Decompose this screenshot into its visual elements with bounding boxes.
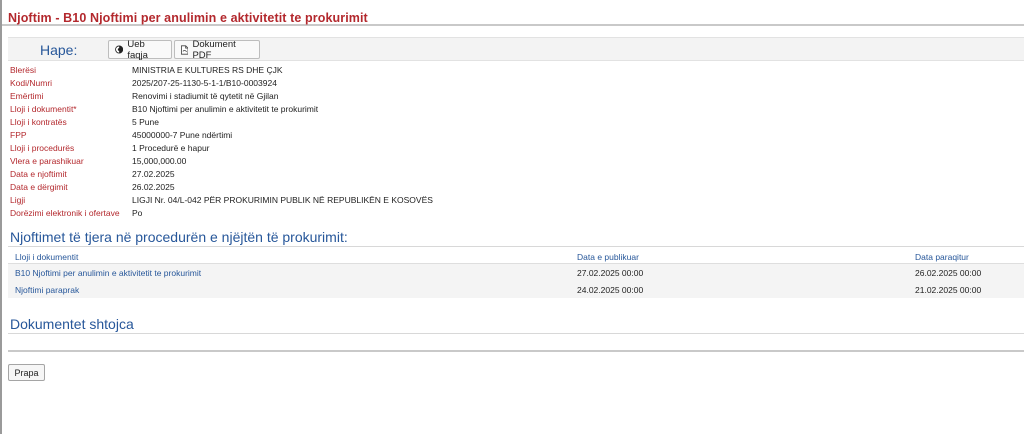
detail-row-buyer: Blerësi MINISTRIA E KULTURES RS DHE ÇJK xyxy=(10,65,610,78)
notice-link[interactable]: Njoftimi paraprak xyxy=(15,285,79,295)
web-page-button-label: Ueb faqja xyxy=(127,38,148,61)
detail-value: 1 Procedurë e hapur xyxy=(132,143,210,153)
detail-row-contract-type: Lloji i kontratës 5 Pune xyxy=(10,117,610,130)
divider xyxy=(8,350,1024,352)
detail-row-electronic-submission: Dorëzimi elektronik i ofertave Po xyxy=(10,208,610,221)
detail-key: Lloji i procedurës xyxy=(10,143,75,153)
detail-key: Kodi/Numri xyxy=(10,78,53,88)
detail-row-law: Ligji LIGJI Nr. 04/L-042 PËR PROKURIMIN … xyxy=(10,195,610,208)
notice-link[interactable]: B10 Njoftimi per anulimin e aktivitetit … xyxy=(15,268,201,278)
detail-key: Lloji i kontratës xyxy=(10,117,67,127)
back-button[interactable]: Prapa xyxy=(8,364,45,381)
table-row: Njoftimi paraprak 24.02.2025 00:00 21.02… xyxy=(8,281,1024,298)
detail-row-name: Emërtimi Renovimi i stadiumit të qytetit… xyxy=(10,91,610,104)
published-date: 27.02.2025 00:00 xyxy=(577,268,644,278)
web-icon xyxy=(115,45,124,54)
detail-row-estimated-value: Vlera e parashikuar 15,000,000.00 xyxy=(10,156,610,169)
detail-key: Data e dërgimit xyxy=(10,182,68,192)
detail-value: LIGJI Nr. 04/L-042 PËR PROKURIMIN PUBLIK… xyxy=(132,195,433,205)
detail-key: Blerësi xyxy=(10,65,36,75)
detail-row-sent-date: Data e dërgimit 26.02.2025 xyxy=(10,182,610,195)
column-header: Data paraqitur xyxy=(915,252,969,262)
page-title: Njoftim - B10 Njoftimi per anulimin e ak… xyxy=(8,11,368,25)
detail-value: Renovimi i stadiumit të qytetit në Gjila… xyxy=(132,91,279,101)
detail-value: MINISTRIA E KULTURES RS DHE ÇJK xyxy=(132,65,283,75)
detail-key: Emërtimi xyxy=(10,91,44,101)
detail-row-notice-date: Data e njoftimit 27.02.2025 xyxy=(10,169,610,182)
divider xyxy=(8,333,1024,334)
detail-value: 26.02.2025 xyxy=(132,182,175,192)
table-header: Lloji i dokumentit Data e publikuar Data… xyxy=(8,248,1024,264)
detail-value: 15,000,000.00 xyxy=(132,156,187,166)
column-header: Data e publikuar xyxy=(577,252,639,262)
web-page-button[interactable]: Ueb faqja xyxy=(108,38,172,61)
detail-key: Data e njoftimit xyxy=(10,169,67,179)
submitted-date: 21.02.2025 00:00 xyxy=(915,285,982,295)
open-actions-bar: Hape: Ueb faqja Dokument PDF xyxy=(8,37,1024,61)
detail-key: Dorëzimi elektronik i ofertave xyxy=(10,208,120,218)
detail-value: B10 Njoftimi per anulimin e aktivitetit … xyxy=(132,104,319,114)
detail-value: Po xyxy=(132,208,143,218)
detail-key: Lloji i dokumentit* xyxy=(10,104,77,114)
open-label: Hape: xyxy=(40,42,78,58)
pdf-document-button[interactable]: Dokument PDF xyxy=(174,38,260,61)
detail-row-document-type: Lloji i dokumentit* B10 Njoftimi per anu… xyxy=(10,104,610,117)
column-header: Lloji i dokumentit xyxy=(15,252,79,262)
detail-key: Ligji xyxy=(10,195,26,205)
divider xyxy=(8,246,1024,247)
pdf-document-button-label: Dokument PDF xyxy=(192,38,236,61)
detail-value: 45000000-7 Pune ndërtimi xyxy=(132,130,233,140)
detail-row-code: Kodi/Numri 2025/207-25-1130-5-1-1/B10-00… xyxy=(10,78,610,91)
pdf-file-icon xyxy=(181,44,189,55)
detail-value: 2025/207-25-1130-5-1-1/B10-0003924 xyxy=(132,78,277,88)
attachments-heading: Dokumentet shtojca xyxy=(10,316,134,332)
detail-value: 27.02.2025 xyxy=(132,169,175,179)
other-notices-heading: Njoftimet të tjera në procedurën e njëjt… xyxy=(10,229,348,245)
detail-key: Vlera e parashikuar xyxy=(10,156,84,166)
table-row: B10 Njoftimi per anulimin e aktivitetit … xyxy=(8,264,1024,281)
detail-row-fpp: FPP 45000000-7 Pune ndërtimi xyxy=(10,130,610,143)
detail-value: 5 Pune xyxy=(132,117,159,127)
published-date: 24.02.2025 00:00 xyxy=(577,285,644,295)
submitted-date: 26.02.2025 00:00 xyxy=(915,268,982,278)
window-left-border xyxy=(0,0,2,434)
detail-key: FPP xyxy=(10,130,27,140)
detail-row-procedure-type: Lloji i procedurës 1 Procedurë e hapur xyxy=(10,143,610,156)
page-header: Njoftim - B10 Njoftimi per anulimin e ak… xyxy=(2,0,1024,26)
